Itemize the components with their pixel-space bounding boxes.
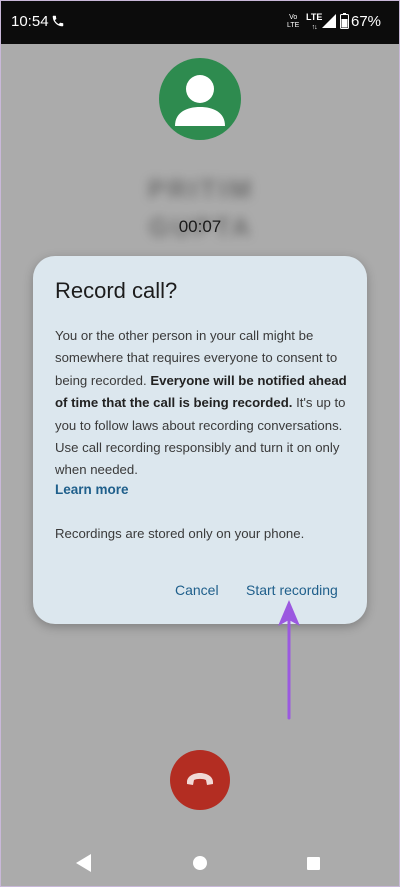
volte-bottom-label: LTE (287, 22, 300, 29)
end-call-button[interactable] (170, 750, 230, 810)
volte-top-label: Vo (289, 14, 298, 21)
recents-icon[interactable] (307, 857, 320, 870)
volte-indicator: Vo LTE (287, 14, 299, 30)
home-icon[interactable] (193, 856, 207, 870)
network-type: LTE ↑↓ (306, 13, 322, 32)
status-bar: 10:54 Vo LTE LTE ↑↓ 67% (0, 0, 400, 44)
phone-call-icon (51, 13, 65, 29)
network-label: LTE (306, 12, 323, 22)
caller-avatar (159, 58, 241, 140)
back-icon[interactable] (76, 854, 92, 872)
battery-percent: 67% (351, 13, 382, 30)
data-activity-icon: ↑↓ (311, 24, 318, 31)
person-icon (175, 75, 225, 126)
annotation-arrow-icon (278, 600, 300, 720)
cancel-button[interactable]: Cancel (175, 582, 219, 598)
signal-icon (322, 14, 336, 28)
status-time: 10:54 (11, 13, 49, 30)
battery-icon (340, 13, 349, 29)
end-call-icon (187, 773, 213, 785)
dialog-title: Record call? (55, 278, 178, 303)
call-timer: 00:07 (178, 217, 222, 236)
storage-note: Recordings are stored only on your phone… (55, 526, 305, 541)
dialog-body: You or the other person in your call mig… (55, 325, 351, 482)
learn-more-link[interactable]: Learn more (55, 482, 129, 497)
caller-name: PRITIM GUPTA (147, 174, 255, 242)
start-recording-button[interactable]: Start recording (246, 582, 338, 598)
record-call-dialog: Record call? You or the other person in … (33, 256, 367, 624)
